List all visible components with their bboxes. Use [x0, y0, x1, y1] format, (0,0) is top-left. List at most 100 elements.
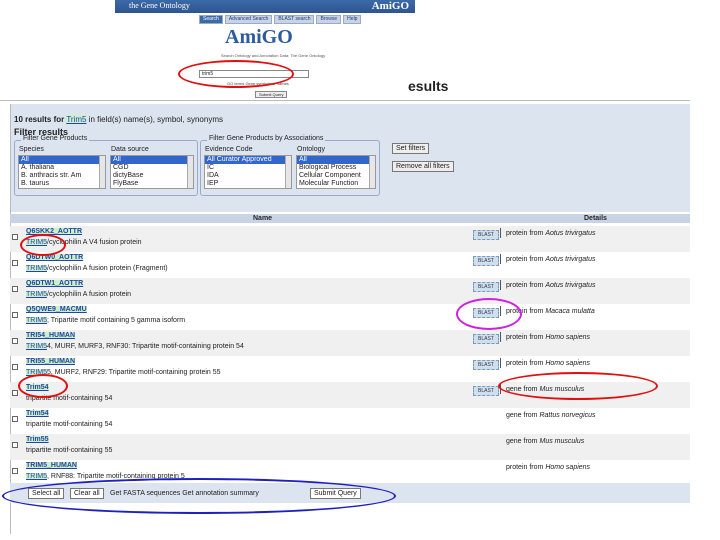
row-checkbox[interactable] [12, 312, 18, 318]
row-name-link[interactable]: Q6DTW1_AOTTR [26, 280, 84, 287]
table-header: Name Details [10, 214, 690, 223]
evidence-select[interactable]: All Curator Approved IC IDA IEP [204, 155, 292, 189]
details-type: gene from [506, 412, 538, 419]
scrollbar[interactable] [369, 156, 375, 188]
blast-button[interactable]: BLAST [473, 386, 499, 396]
row-checkbox[interactable] [12, 468, 18, 474]
row-checkbox[interactable] [12, 234, 18, 240]
row-checkbox[interactable] [12, 442, 18, 448]
row-name-link[interactable]: Q5QWE9_MACMU [26, 306, 87, 313]
source-label: Data source [111, 146, 149, 153]
row-symbol[interactable]: TRIM5 [26, 291, 47, 298]
details-type: protein from [506, 230, 544, 237]
blast-button[interactable]: BLAST [473, 360, 499, 370]
row-name-link[interactable]: TRIM5_HUMAN [26, 462, 77, 469]
list-option[interactable]: dictyBase [111, 172, 193, 180]
row-checkbox[interactable] [12, 260, 18, 266]
divider [500, 228, 501, 238]
blast-button[interactable]: BLAST [473, 256, 499, 266]
nav-help[interactable]: Help [343, 15, 362, 24]
row-name-link[interactable]: TRI55_HUMAN [26, 358, 76, 365]
nav-advanced-search[interactable]: Advanced Search [224, 15, 273, 24]
details-type: protein from [506, 464, 544, 471]
details-type: gene from [506, 438, 538, 445]
list-option[interactable]: All [297, 156, 375, 164]
row-checkbox[interactable] [12, 364, 18, 370]
row-details: gene from Rattus norvegicus [506, 412, 596, 419]
amigo-header: the Gene Ontology AmiGO [115, 0, 415, 13]
list-option[interactable]: IDA [205, 172, 291, 180]
nav-blast-search[interactable]: BLAST search [274, 15, 315, 24]
details-species: Mus musculus [539, 438, 585, 445]
list-option[interactable]: IEP [205, 180, 291, 188]
blast-button[interactable]: BLAST [473, 334, 499, 344]
list-option[interactable]: Molecular Function [297, 180, 375, 188]
scrollbar[interactable] [285, 156, 291, 188]
ontology-select[interactable]: All Biological Process Cellular Componen… [296, 155, 376, 189]
source-select[interactable]: All CGD dictyBase FlyBase [110, 155, 194, 189]
list-option[interactable]: B. taurus [19, 180, 105, 188]
scrollbar[interactable] [187, 156, 193, 188]
row-symbol[interactable]: TRIM5 [26, 317, 47, 324]
list-option[interactable]: CGD [111, 164, 193, 172]
row-desc-text: /cyclophilin A fusion protein (Fragment) [47, 265, 168, 272]
set-filters-button[interactable]: Set filters [392, 143, 430, 154]
row-checkbox[interactable] [12, 416, 18, 422]
header-logo: AmiGO [371, 0, 409, 12]
divider [0, 100, 690, 101]
blast-button[interactable]: BLAST [473, 230, 499, 240]
annotation-ellipse [498, 372, 658, 400]
table-row: Q6DTW0_AOTTR TRIM5/cyclophilin A fusion p… [10, 252, 690, 278]
row-checkbox[interactable] [12, 338, 18, 344]
remove-filters-button[interactable]: Remove all filters [392, 161, 454, 172]
fieldset-legend: Filter Gene Products by Associations [207, 135, 326, 142]
row-name-link[interactable]: TRI54_HUMAN [26, 332, 76, 339]
row-name-link[interactable]: Trim55 [26, 436, 49, 443]
list-option[interactable]: All [19, 156, 105, 164]
row-description: tripartite motif-containing 55 [26, 447, 112, 454]
details-species: Homo sapiens [545, 464, 591, 471]
table-row: TRI54_HUMAN TRIM54, MURF, MURF3, RNF30: T… [10, 330, 690, 356]
details-species: Aotus trivirgatus [545, 230, 596, 237]
search-submit-button[interactable]: Submit Query [255, 91, 288, 98]
col-name: Name [253, 215, 273, 222]
divider [500, 254, 501, 264]
details-type: protein from [506, 334, 544, 341]
list-option[interactable]: Cellular Component [297, 172, 375, 180]
annotation-ellipse [456, 298, 522, 330]
row-description: TRIM54, MURF, MURF3, RNF30: Tripartite m… [26, 343, 244, 350]
table-row: Trim54 tripartite motif-containing 54 gene… [10, 408, 690, 434]
row-checkbox[interactable] [12, 390, 18, 396]
row-name-link[interactable]: Trim54 [26, 410, 49, 417]
scrollbar[interactable] [99, 156, 105, 188]
details-species: Rattus norvegicus [539, 412, 596, 419]
filter-by-associations: Filter Gene Products by Associations Evi… [200, 135, 380, 196]
table-row: Q5QWE9_MACMU TRIM5; Tripartite motif cont… [10, 304, 690, 330]
row-symbol[interactable]: TRIM5 [26, 265, 47, 272]
fieldset-legend: Filter Gene Products [21, 135, 90, 142]
details-type: protein from [506, 360, 544, 367]
list-option[interactable]: All [111, 156, 193, 164]
row-checkbox[interactable] [12, 286, 18, 292]
details-species: Aotus trivirgatus [545, 256, 596, 263]
species-select[interactable]: All A. thaliana B. anthracis str. Am B. … [18, 155, 106, 189]
list-option[interactable]: A. thaliana [19, 164, 105, 172]
nav-search[interactable]: Search [199, 15, 223, 24]
list-option[interactable]: Biological Process [297, 164, 375, 172]
blast-button[interactable]: BLAST [473, 282, 499, 292]
table-row: Q6DTW1_AOTTR TRIM5/cyclophilin A fusion p… [10, 278, 690, 304]
nav-browse[interactable]: Browse [316, 15, 342, 24]
row-symbol[interactable]: TRIM5 [26, 343, 47, 350]
list-option[interactable]: FlyBase [111, 180, 193, 188]
row-details: protein from Homo sapiens [506, 334, 590, 341]
details-type: protein from [506, 256, 544, 263]
row-desc-text: tripartite motif-containing 54 [26, 421, 113, 428]
results-heading: esults [408, 78, 449, 94]
list-option[interactable]: B. anthracis str. Am [19, 172, 105, 180]
row-desc-text: 5, MURF2, RNF29: Tripartite motif-contai… [47, 369, 221, 376]
list-option[interactable]: All Curator Approved [205, 156, 291, 164]
row-symbol[interactable]: TRIM5 [26, 473, 47, 480]
row-desc-text: ; Tripartite motif containing 5 gamma is… [47, 317, 186, 324]
list-option[interactable]: IC [205, 164, 291, 172]
row-details: protein from Aotus trivirgatus [506, 230, 596, 237]
